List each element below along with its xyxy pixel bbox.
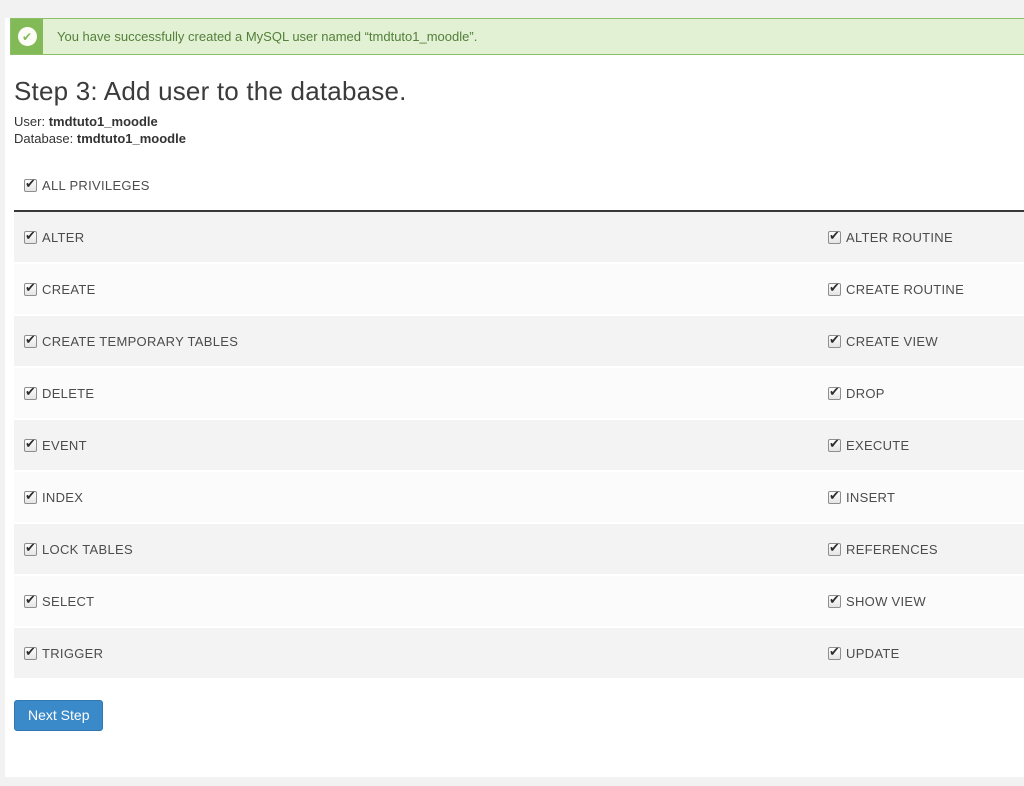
- table-row: CREATE CREATE ROUTINE: [14, 264, 1024, 316]
- privilege-label: CREATE: [42, 282, 96, 297]
- privilege-cell: SHOW VIEW: [828, 594, 1024, 609]
- table-row: SELECT SHOW VIEW: [14, 576, 1024, 628]
- privilege-cell: CREATE VIEW: [828, 334, 1024, 349]
- privilege-label: INSERT: [846, 490, 895, 505]
- checkbox-create-routine[interactable]: [828, 283, 841, 296]
- checkbox-all-privileges[interactable]: [24, 179, 37, 192]
- privilege-cell: ALTER ROUTINE: [828, 230, 1024, 245]
- table-row: INDEX INSERT: [14, 472, 1024, 524]
- privilege-cell: TRIGGER: [24, 646, 828, 661]
- next-step-button[interactable]: Next Step: [14, 700, 103, 731]
- privilege-cell: CREATE TEMPORARY TABLES: [24, 334, 828, 349]
- table-row: LOCK TABLES REFERENCES: [14, 524, 1024, 576]
- checkbox-update[interactable]: [828, 647, 841, 660]
- content-area: ✔ You have successfully created a MySQL …: [5, 18, 1024, 777]
- privileges-table: ALTER ALTER ROUTINE CREATE CREATE ROUTIN…: [14, 212, 1024, 680]
- success-alert: ✔ You have successfully created a MySQL …: [10, 18, 1024, 55]
- user-label: User:: [14, 114, 45, 129]
- checkbox-select[interactable]: [24, 595, 37, 608]
- privilege-cell: DROP: [828, 386, 1024, 401]
- table-row: EVENT EXECUTE: [14, 420, 1024, 472]
- privilege-cell: REFERENCES: [828, 542, 1024, 557]
- privilege-label: UPDATE: [846, 646, 900, 661]
- privilege-label: SHOW VIEW: [846, 594, 926, 609]
- privilege-label: DROP: [846, 386, 885, 401]
- privilege-label: CREATE VIEW: [846, 334, 938, 349]
- table-row: CREATE TEMPORARY TABLES CREATE VIEW: [14, 316, 1024, 368]
- check-glyph: ✔: [22, 31, 32, 43]
- checkbox-create[interactable]: [24, 283, 37, 296]
- privilege-label: INDEX: [42, 490, 83, 505]
- table-row: DELETE DROP: [14, 368, 1024, 420]
- privilege-label: SELECT: [42, 594, 94, 609]
- checkbox-delete[interactable]: [24, 387, 37, 400]
- database-value: tmdtuto1_moodle: [77, 131, 186, 146]
- table-row: TRIGGER UPDATE: [14, 628, 1024, 680]
- privilege-label: ALTER: [42, 230, 84, 245]
- success-alert-message: You have successfully created a MySQL us…: [43, 19, 477, 54]
- privilege-label: EXECUTE: [846, 438, 910, 453]
- checkbox-drop[interactable]: [828, 387, 841, 400]
- privilege-cell: LOCK TABLES: [24, 542, 828, 557]
- checkbox-references[interactable]: [828, 543, 841, 556]
- privilege-cell: EXECUTE: [828, 438, 1024, 453]
- checkbox-alter-routine[interactable]: [828, 231, 841, 244]
- privilege-label: ALTER ROUTINE: [846, 230, 953, 245]
- privilege-label: REFERENCES: [846, 542, 938, 557]
- checkbox-show-view[interactable]: [828, 595, 841, 608]
- checkbox-execute[interactable]: [828, 439, 841, 452]
- privilege-label: LOCK TABLES: [42, 542, 133, 557]
- privilege-cell: DELETE: [24, 386, 828, 401]
- database-label: Database:: [14, 131, 73, 146]
- checkbox-trigger[interactable]: [24, 647, 37, 660]
- privilege-label: EVENT: [42, 438, 87, 453]
- checkbox-alter[interactable]: [24, 231, 37, 244]
- checkbox-create-temporary-tables[interactable]: [24, 335, 37, 348]
- page-title: Step 3: Add user to the database.: [14, 76, 1024, 107]
- privilege-cell: EVENT: [24, 438, 828, 453]
- privilege-label: DELETE: [42, 386, 94, 401]
- privilege-cell: UPDATE: [828, 646, 1024, 661]
- checkbox-index[interactable]: [24, 491, 37, 504]
- privilege-cell: SELECT: [24, 594, 828, 609]
- table-row: ALTER ALTER ROUTINE: [14, 212, 1024, 264]
- checkbox-lock-tables[interactable]: [24, 543, 37, 556]
- checkbox-event[interactable]: [24, 439, 37, 452]
- privilege-label: CREATE TEMPORARY TABLES: [42, 334, 238, 349]
- privilege-label: CREATE ROUTINE: [846, 282, 964, 297]
- privilege-label: TRIGGER: [42, 646, 103, 661]
- privilege-cell: CREATE ROUTINE: [828, 282, 1024, 297]
- checkbox-create-view[interactable]: [828, 335, 841, 348]
- privilege-cell: INSERT: [828, 490, 1024, 505]
- privilege-cell: ALTER: [24, 230, 828, 245]
- privilege-cell: INDEX: [24, 490, 828, 505]
- all-privileges-label: ALL PRIVILEGES: [42, 178, 150, 193]
- database-line: Database: tmdtuto1_moodle: [14, 130, 1024, 147]
- all-privileges-row: ALL PRIVILEGES: [24, 178, 1024, 193]
- privilege-cell: CREATE: [24, 282, 828, 297]
- success-check-icon: ✔: [18, 27, 37, 46]
- user-value: tmdtuto1_moodle: [49, 114, 158, 129]
- success-alert-icon-box: ✔: [11, 19, 43, 54]
- checkbox-insert[interactable]: [828, 491, 841, 504]
- user-line: User: tmdtuto1_moodle: [14, 113, 1024, 130]
